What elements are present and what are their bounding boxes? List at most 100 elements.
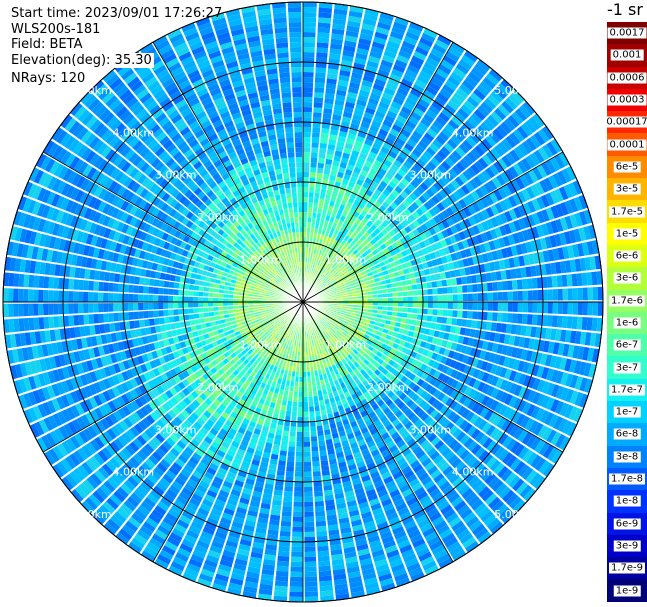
range-gate [319, 137, 328, 144]
range-gate [314, 192, 320, 199]
range-gate [303, 52, 315, 58]
range-gate [447, 294, 453, 302]
range-gate [303, 391, 308, 397]
range-gate [431, 315, 438, 323]
range-gate [303, 227, 307, 233]
range-gate [417, 308, 423, 314]
range-gate [307, 212, 312, 218]
range-gate [304, 526, 315, 532]
range-gate [492, 311, 498, 322]
range-gate [313, 486, 323, 492]
range-gate [422, 302, 428, 308]
range-gate [304, 501, 314, 507]
range-gate [397, 302, 403, 307]
range-gate [318, 152, 326, 159]
range-gate [304, 516, 315, 522]
range-gate [303, 62, 315, 68]
range-gate [293, 506, 303, 512]
range-gate [451, 277, 458, 286]
range-gate [304, 546, 317, 552]
range-gate [310, 162, 317, 168]
range-gate [303, 222, 307, 228]
range-gate [437, 294, 443, 302]
range-gate [577, 287, 583, 301]
range-gate [296, 436, 303, 442]
range-gate [316, 172, 323, 179]
range-gate [303, 12, 317, 18]
range-gate [457, 285, 463, 293]
range-gate [392, 306, 398, 312]
range-gate [318, 147, 327, 154]
range-gate [313, 102, 323, 108]
range-gate [277, 465, 286, 472]
range-gate [531, 314, 538, 326]
range-gate [303, 406, 309, 412]
range-gate [280, 445, 288, 452]
range-gate [304, 591, 319, 597]
range-gate [293, 391, 299, 397]
range-gate [457, 302, 463, 310]
range-gate [426, 315, 433, 322]
range-gate [287, 451, 296, 457]
range-gate [581, 316, 588, 331]
range-gate [317, 545, 330, 552]
range-gate [592, 286, 598, 301]
range-gate [312, 471, 322, 477]
range-gate [597, 302, 603, 316]
range-gate [279, 530, 291, 537]
range-gate [291, 556, 303, 562]
range-gate [487, 292, 493, 301]
range-gate [309, 167, 317, 173]
range-gate [289, 586, 303, 592]
range-gate [303, 132, 311, 138]
range-gate [526, 278, 533, 289]
range-gate [496, 281, 503, 291]
range-gate [561, 315, 568, 329]
range-gate [283, 425, 290, 432]
range-gate [372, 302, 378, 306]
range-gate [310, 152, 318, 158]
range-gate [432, 287, 438, 295]
range-gate [297, 406, 303, 412]
range-gate [472, 292, 478, 301]
range-gate [304, 576, 318, 582]
range-gate [567, 287, 573, 301]
range-gate [313, 97, 324, 103]
range-gate [314, 495, 324, 502]
range-gate [304, 596, 319, 602]
range-gate [512, 302, 518, 312]
range-gate [387, 306, 393, 311]
range-gate [315, 52, 328, 59]
range-gate [310, 157, 318, 163]
range-gate [562, 302, 568, 315]
range-gate [303, 416, 310, 422]
range-gate [304, 506, 314, 512]
range-gate [577, 302, 583, 315]
range-gate [382, 297, 388, 302]
range-gate [592, 302, 598, 316]
range-gate [309, 172, 316, 178]
range-gate [457, 293, 463, 302]
range-gate [552, 288, 558, 301]
range-gate [442, 302, 448, 309]
range-gate [487, 302, 493, 311]
range-gate [522, 302, 528, 313]
range-gate [318, 570, 332, 577]
range-gate [382, 306, 388, 311]
range-gate [303, 426, 310, 432]
range-gate [472, 310, 478, 320]
range-gate [291, 546, 303, 552]
range-gate [512, 290, 518, 301]
range-gate [303, 122, 312, 128]
range-gate [312, 112, 322, 118]
range-gate [303, 72, 314, 78]
range-gate [319, 142, 328, 149]
range-gate [571, 273, 578, 287]
range-gate [317, 12, 332, 19]
range-gate [432, 294, 438, 302]
range-gate [281, 516, 292, 522]
range-gate [303, 436, 311, 442]
range-gate [482, 302, 488, 311]
range-gate [303, 451, 312, 457]
range-gate [387, 297, 393, 302]
